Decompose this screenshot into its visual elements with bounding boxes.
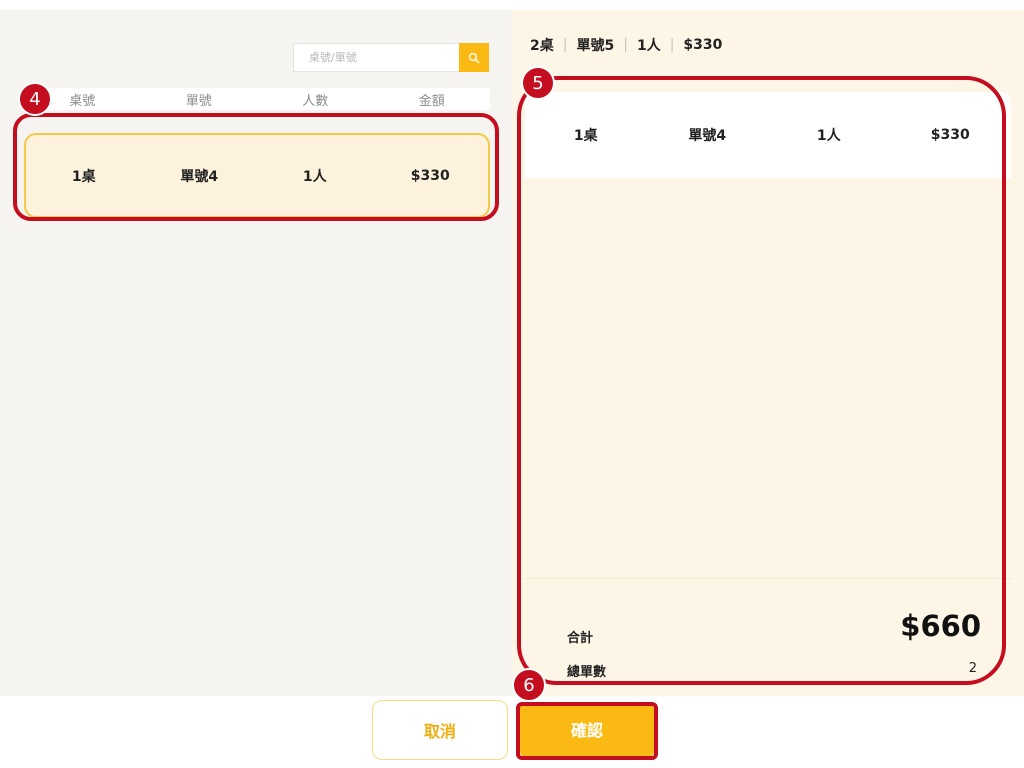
- current-order-no: 單號5: [576, 38, 615, 54]
- separator: |: [669, 37, 675, 53]
- cancel-button[interactable]: 取消: [372, 700, 508, 760]
- search-icon: [468, 52, 480, 63]
- total-value: $660: [900, 609, 981, 643]
- totals-section: 合計 $660 總單數 2: [525, 578, 1011, 696]
- separator: |: [562, 37, 568, 53]
- order-row-guests: 1人: [302, 168, 327, 185]
- current-order-guests: 1人: [636, 38, 661, 54]
- current-order-amount: $330: [683, 37, 723, 53]
- order-count-label: 總單數: [567, 665, 607, 680]
- selected-order-guests: 1人: [816, 128, 841, 144]
- selected-order-table: 1桌: [573, 128, 598, 144]
- total-label: 合計: [567, 631, 594, 646]
- search-box: [293, 43, 459, 72]
- order-list-pane: 桌號 單號 人數 金額 1桌 單號4 1人 $330: [0, 10, 512, 696]
- separator: |: [623, 37, 628, 53]
- selected-order-row[interactable]: 1桌 單號4 1人 $330: [525, 92, 1011, 178]
- selected-order-no: 單號4: [688, 128, 727, 144]
- annotation-badge-5: 5: [521, 66, 555, 100]
- column-header-order-no: 單號: [185, 93, 212, 109]
- annotation-badge-6: 6: [512, 668, 546, 702]
- order-row-amount: $330: [410, 167, 450, 184]
- selected-order-amount: $330: [930, 127, 970, 143]
- order-list-header: 桌號 單號 人數 金額: [24, 88, 490, 110]
- search-input[interactable]: [294, 44, 459, 71]
- order-row-table: 1桌: [71, 168, 96, 185]
- action-bar: 取消 確認: [0, 696, 1024, 768]
- merge-panel: 2桌 | 單號5 | 1人 | $330 1桌 單號4 1人 $330 合計 $…: [512, 10, 1024, 696]
- current-order-summary: 2桌 | 單號5 | 1人 | $330: [530, 35, 722, 55]
- column-header-amount: 金額: [418, 93, 445, 109]
- order-row-order-no: 單號4: [180, 168, 219, 185]
- column-header-guests: 人數: [302, 93, 329, 109]
- confirm-button[interactable]: 確認: [520, 702, 654, 756]
- annotation-badge-4: 4: [18, 82, 52, 116]
- search-button[interactable]: [459, 43, 489, 72]
- order-count-value: 2: [968, 661, 977, 676]
- current-order-table: 2桌: [530, 38, 554, 54]
- order-row[interactable]: 1桌 單號4 1人 $330: [24, 133, 490, 218]
